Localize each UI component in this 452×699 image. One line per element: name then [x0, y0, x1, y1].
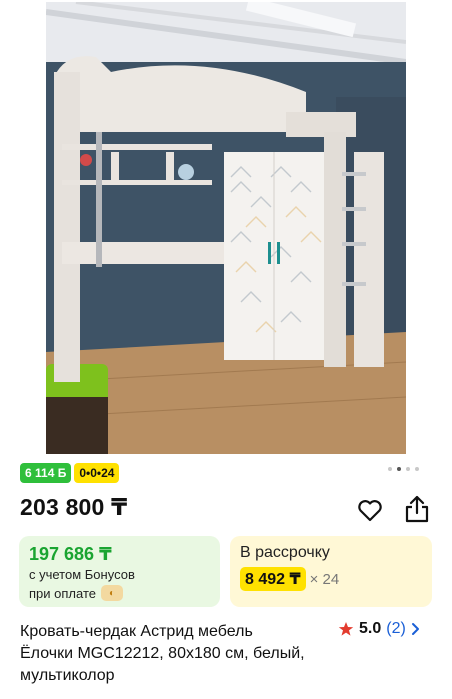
- gallery-dot[interactable]: [388, 467, 392, 471]
- bonus-price-value: 197 686 ₸: [29, 544, 112, 564]
- product-price: 203 800 ₸: [20, 494, 128, 520]
- favorite-button[interactable]: [356, 496, 384, 524]
- installment-multiplier: × 24: [309, 570, 340, 588]
- gallery-dot[interactable]: [406, 467, 410, 471]
- bonus-payment-line: при оплате ◐: [29, 585, 123, 601]
- installment-badge: 0•0•24: [74, 463, 120, 483]
- bonus-coin-icon: ◐: [100, 585, 123, 601]
- promo-badges: 6 114 Б 0•0•24: [20, 463, 120, 483]
- gallery-pagination[interactable]: [388, 467, 419, 471]
- product-image[interactable]: [46, 2, 406, 454]
- rating-summary[interactable]: 5.0 (2): [338, 620, 421, 638]
- share-icon: [405, 495, 429, 523]
- bonus-badge: 6 114 Б: [20, 463, 72, 483]
- bonus-payment-caption: при оплате: [29, 585, 96, 601]
- installment-row: 8 492 ₸ × 24: [240, 567, 339, 591]
- gallery-dot-active[interactable]: [397, 467, 401, 471]
- product-gallery[interactable]: [0, 0, 452, 456]
- star-icon: [338, 622, 354, 636]
- bonus-price-card[interactable]: 197 686 ₸ с учетом Бонусов при оплате ◐: [19, 536, 220, 607]
- rating-score: 5.0: [359, 620, 382, 637]
- chevron-right-icon[interactable]: [411, 622, 421, 636]
- installment-amount: 8 492 ₸: [240, 567, 306, 591]
- bonus-price-caption: с учетом Бонусов: [29, 567, 135, 582]
- gallery-dot[interactable]: [415, 467, 419, 471]
- installment-title: В рассрочку: [240, 544, 330, 561]
- review-count-link[interactable]: (2): [386, 620, 406, 638]
- product-title: Кровать-чердак Астрид мебель Ёлочки MGC1…: [20, 623, 305, 684]
- loft-bed-photo: [46, 2, 406, 454]
- share-button[interactable]: [403, 494, 431, 524]
- installment-card[interactable]: В рассрочку 8 492 ₸ × 24: [230, 536, 432, 607]
- heart-icon: [358, 500, 382, 522]
